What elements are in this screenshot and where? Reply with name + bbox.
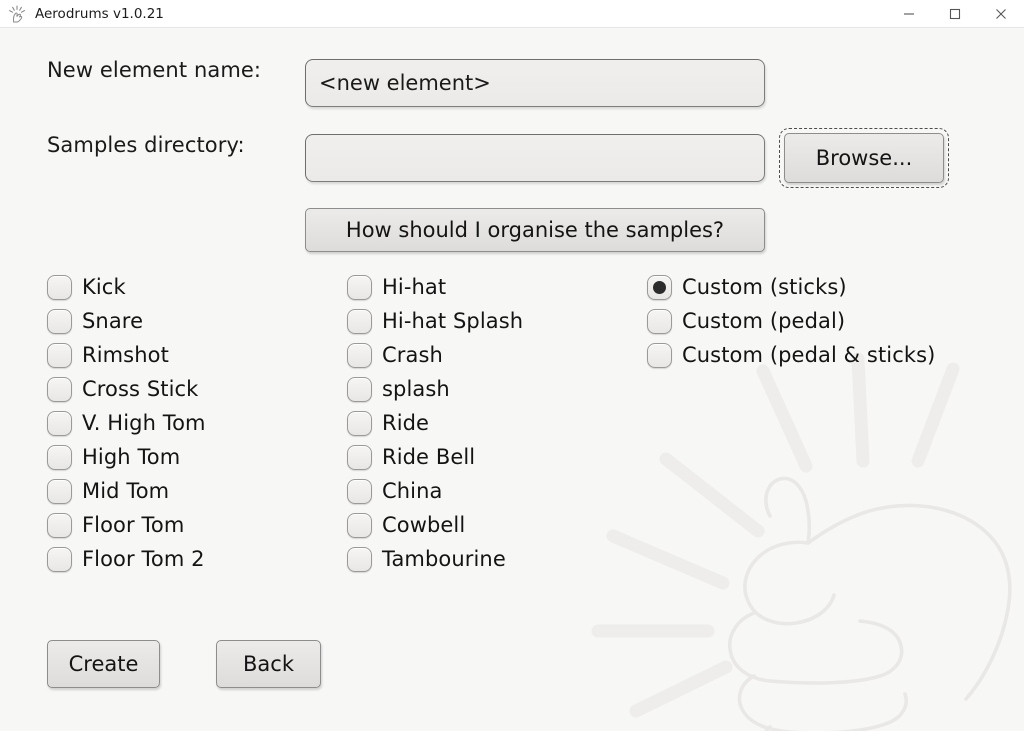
radio-option-snare[interactable]: Snare: [47, 304, 206, 338]
radio-option-cross-stick[interactable]: Cross Stick: [47, 372, 206, 406]
radio-indicator-icon: [47, 512, 72, 538]
radio-indicator-icon: [47, 342, 72, 368]
radio-option-floor-tom[interactable]: Floor Tom: [47, 508, 206, 542]
radio-option-splash[interactable]: splash: [347, 372, 523, 406]
minimize-button[interactable]: [886, 0, 932, 28]
title-bar: Aerodrums v1.0.21: [0, 0, 1024, 28]
radio-indicator-icon: [647, 274, 672, 300]
custom-radio-column: Custom (sticks) Custom (pedal) Custom (p…: [647, 270, 935, 372]
radio-option-rimshot[interactable]: Rimshot: [47, 338, 206, 372]
radio-option-floor-tom-2[interactable]: Floor Tom 2: [47, 542, 206, 576]
radio-option-crash[interactable]: Crash: [347, 338, 523, 372]
radio-option-hi-hat-splash[interactable]: Hi-hat Splash: [347, 304, 523, 338]
radio-option-v-high-tom[interactable]: V. High Tom: [47, 406, 206, 440]
radio-indicator-icon: [347, 512, 372, 538]
action-buttons: Create Back: [47, 640, 321, 688]
radio-option-custom-pedal-sticks[interactable]: Custom (pedal & sticks): [647, 338, 935, 372]
radio-option-high-tom[interactable]: High Tom: [47, 440, 206, 474]
window-controls: [886, 0, 1024, 28]
radio-indicator-icon: [47, 478, 72, 504]
radio-option-cowbell[interactable]: Cowbell: [347, 508, 523, 542]
thumbs-up-watermark-icon: [591, 352, 1012, 731]
radio-option-ride-bell[interactable]: Ride Bell: [347, 440, 523, 474]
radio-indicator-icon: [347, 308, 372, 334]
create-button[interactable]: Create: [47, 640, 160, 688]
maximize-button[interactable]: [932, 0, 978, 28]
radio-indicator-icon: [347, 376, 372, 402]
radio-option-mid-tom[interactable]: Mid Tom: [47, 474, 206, 508]
samples-directory-input[interactable]: [305, 134, 765, 182]
radio-indicator-icon: [347, 546, 372, 572]
radio-option-tambourine[interactable]: Tambourine: [347, 542, 523, 576]
radio-indicator-icon: [47, 444, 72, 470]
aerodrums-logo-icon: [9, 4, 25, 22]
radio-indicator-icon: [347, 444, 372, 470]
radio-option-custom-sticks[interactable]: Custom (sticks): [647, 270, 935, 304]
main-content: New element name: <new element> Samples …: [0, 28, 1024, 731]
browse-button[interactable]: Browse...: [779, 128, 949, 188]
radio-option-custom-pedal[interactable]: Custom (pedal): [647, 304, 935, 338]
close-button[interactable]: [978, 0, 1024, 28]
radio-indicator-icon: [347, 342, 372, 368]
radio-indicator-icon: [347, 410, 372, 436]
radio-option-ride[interactable]: Ride: [347, 406, 523, 440]
radio-indicator-icon: [47, 376, 72, 402]
radio-indicator-icon: [47, 308, 72, 334]
radio-indicator-icon: [347, 478, 372, 504]
element-name-label: New element name:: [47, 58, 262, 82]
radio-indicator-icon: [47, 546, 72, 572]
radio-option-kick[interactable]: Kick: [47, 270, 206, 304]
radio-option-hi-hat[interactable]: Hi-hat: [347, 270, 523, 304]
cymbals-radio-column: Hi-hat Hi-hat Splash Crash splash Ride R…: [347, 270, 523, 576]
organise-samples-help-button[interactable]: How should I organise the samples?: [305, 208, 765, 252]
radio-indicator-icon: [347, 274, 372, 300]
samples-directory-label: Samples directory:: [47, 133, 245, 157]
radio-indicator-icon: [647, 342, 672, 368]
window-title: Aerodrums v1.0.21: [35, 5, 164, 22]
element-name-input[interactable]: <new element>: [305, 59, 765, 107]
drums-radio-column: Kick Snare Rimshot Cross Stick V. High T…: [47, 270, 206, 576]
radio-indicator-icon: [647, 308, 672, 334]
back-button[interactable]: Back: [216, 640, 321, 688]
radio-indicator-icon: [47, 410, 72, 436]
radio-option-china[interactable]: China: [347, 474, 523, 508]
radio-indicator-icon: [47, 274, 72, 300]
